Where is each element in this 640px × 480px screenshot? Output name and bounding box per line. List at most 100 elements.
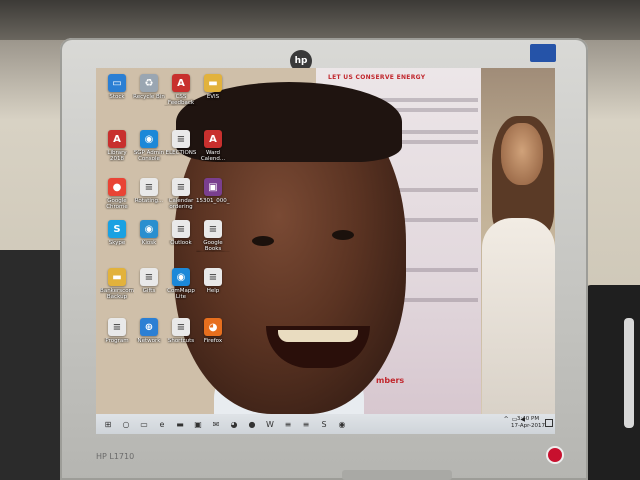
desktop-icon-label: Program: [105, 338, 129, 344]
desktop-icon-label: Gifts: [142, 288, 156, 294]
document-icon[interactable]: ≡: [282, 418, 294, 430]
desktop-icon[interactable]: ▭ Stock: [100, 74, 134, 114]
desktop-icon-label: Recycle Bin: [133, 94, 165, 100]
desktop-icon[interactable]: A CSS Feedback Instructions: [164, 74, 198, 114]
image-icon: ▣: [204, 178, 222, 196]
clock-time: 3:40 PM: [516, 416, 540, 422]
desktop-icon-label: Library 2018: [107, 150, 127, 162]
desktop-icon[interactable]: ◉ Kiosk: [132, 220, 166, 260]
document-icon: ≡: [108, 318, 126, 336]
desktop-icon-label: Skype: [108, 240, 126, 246]
search-icon[interactable]: ○: [120, 418, 132, 430]
app-icon: ◉: [140, 130, 158, 148]
document-icon: ≡: [140, 268, 158, 286]
poster-title: LET US CONSERVE ENERGY: [328, 74, 426, 81]
app-icon[interactable]: ◉: [336, 418, 348, 430]
desktop-icon-label: 15301_000_...: [196, 198, 230, 204]
desktop-icon[interactable]: ▣ 15301_000_...: [196, 178, 230, 218]
firefox-icon[interactable]: ◕: [228, 418, 240, 430]
chrome-icon[interactable]: ●: [246, 418, 258, 430]
desktop-icon-label: Network: [137, 338, 161, 344]
desktop-icon-label: Bankerscom Backup: [100, 288, 134, 300]
document-icon: ≡: [204, 268, 222, 286]
clock-date: 17-Apr-2017: [510, 423, 545, 429]
notification-icon[interactable]: [545, 419, 553, 427]
desktop-icon-label: Shortcuts: [167, 338, 195, 344]
desktop-icon[interactable]: ≡ Calendar ordering: [164, 178, 198, 218]
desktop-icon[interactable]: ≡ Outlook: [164, 220, 198, 260]
pc-icon: ▭: [108, 74, 126, 92]
desktop-icon-label: CSS Feedback Instructions: [167, 94, 195, 106]
pdf-icon: A: [108, 130, 126, 148]
chrome-icon: ●: [108, 178, 126, 196]
desktop-icon[interactable]: ▬ EVIS: [196, 74, 230, 114]
poster-footer: mbers: [376, 376, 405, 385]
desktop-icon[interactable]: ⊕ Network: [132, 318, 166, 358]
desktop-icon[interactable]: ● Google Chrome: [100, 178, 134, 218]
network-icon: ⊕: [140, 318, 158, 336]
desktop-icon[interactable]: A Ward Calend...: [196, 130, 230, 170]
desktop-icon[interactable]: ◉ SGP Admin Console: [132, 130, 166, 170]
desktop-icon-label: Firefox: [203, 338, 223, 344]
desktop-icon-label: Google Chrome: [106, 198, 128, 210]
desktop-icon-label: ComMapp Lite: [167, 288, 195, 300]
skype-icon: S: [108, 220, 126, 238]
wallpaper-teeth: [278, 330, 358, 342]
monitor-model: HP L1710: [96, 452, 135, 461]
taskbar: ⊞ ○ ▭ e ▬ ▣ ✉ ◕ ● W ≡ ≡ S ◉ ^ ▭ ◀ 3:40 PM 17-Apr-2017: [96, 414, 555, 434]
word-icon[interactable]: W: [264, 418, 276, 430]
document-icon: ≡: [172, 318, 190, 336]
desktop-icon-label: Ward Calend...: [200, 150, 226, 162]
cable: [624, 318, 634, 428]
document-icon[interactable]: ≡: [300, 418, 312, 430]
desktop-icon-label: Help: [206, 288, 220, 294]
desktop-icon-label: Stock: [109, 94, 125, 100]
wallpaper-eye: [332, 230, 354, 240]
desktop-icon[interactable]: ≡ Gifts: [132, 268, 166, 308]
portrait-face: [501, 123, 543, 185]
monitor-buttons[interactable]: [342, 470, 452, 480]
desktop-icon[interactable]: ◉ ComMapp Lite: [164, 268, 198, 308]
desktop-icon-label: Kiosk: [141, 240, 157, 246]
desktop-icon-label: Rotating...: [134, 198, 164, 204]
shelf: [0, 0, 640, 40]
recycle-bin-icon: ♻: [140, 74, 158, 92]
store-icon[interactable]: ▣: [192, 418, 204, 430]
desktop-screen: LET US CONSERVE ENERGY mbers ▭ Stock ♻ Recy…: [96, 68, 555, 434]
desktop-icon[interactable]: ≡ Rotating...: [132, 178, 166, 218]
energy-sticker: [530, 44, 556, 62]
taskbar-apps: ⊞ ○ ▭ e ▬ ▣ ✉ ◕ ● W ≡ ≡ S ◉: [96, 418, 348, 430]
document-icon: ≡: [172, 178, 190, 196]
windows-start-icon[interactable]: ⊞: [102, 418, 114, 430]
desktop-icon[interactable]: ≡ Help: [196, 268, 230, 308]
desktop-icon[interactable]: ♻ Recycle Bin: [132, 74, 166, 114]
desktop-icon[interactable]: ◕ Firefox: [196, 318, 230, 358]
pdf-icon: A: [204, 130, 222, 148]
edge-icon[interactable]: e: [156, 418, 168, 430]
skype-icon[interactable]: S: [318, 418, 330, 430]
desktop-icon[interactable]: ≡ Google Books Downloader: [196, 220, 230, 260]
desktop-icon-label: ELECTIONS: [165, 150, 197, 156]
power-button[interactable]: [546, 446, 564, 464]
folder-icon: ▬: [204, 74, 222, 92]
desktop-icon[interactable]: A Library 2018: [100, 130, 134, 170]
document-icon: ≡: [172, 130, 190, 148]
taskbar-clock[interactable]: 3:40 PM 17-Apr-2017: [511, 416, 545, 430]
task-view-icon[interactable]: ▭: [138, 418, 150, 430]
desktop-icon[interactable]: ≡ ELECTIONS: [164, 130, 198, 170]
pdf-icon: A: [172, 74, 190, 92]
document-icon: ≡: [140, 178, 158, 196]
desktop-icon[interactable]: ≡ Program: [100, 318, 134, 358]
app-icon: ◉: [172, 268, 190, 286]
desktop-icon-label: EVIS: [206, 94, 220, 100]
desktop-icon[interactable]: ≡ Shortcuts: [164, 318, 198, 358]
chevron-up-icon[interactable]: ^: [504, 416, 509, 423]
desktop-icon-label: Google Books Downloader: [203, 240, 223, 252]
desktop-icon[interactable]: ▬ Bankerscom Backup: [100, 268, 134, 308]
folder-icon: ▬: [108, 268, 126, 286]
desktop-icon[interactable]: S Skype: [100, 220, 134, 260]
mail-icon[interactable]: ✉: [210, 418, 222, 430]
desktop-icon-label: Outlook: [170, 240, 192, 246]
document-icon: ≡: [172, 220, 190, 238]
file-explorer-icon[interactable]: ▬: [174, 418, 186, 430]
